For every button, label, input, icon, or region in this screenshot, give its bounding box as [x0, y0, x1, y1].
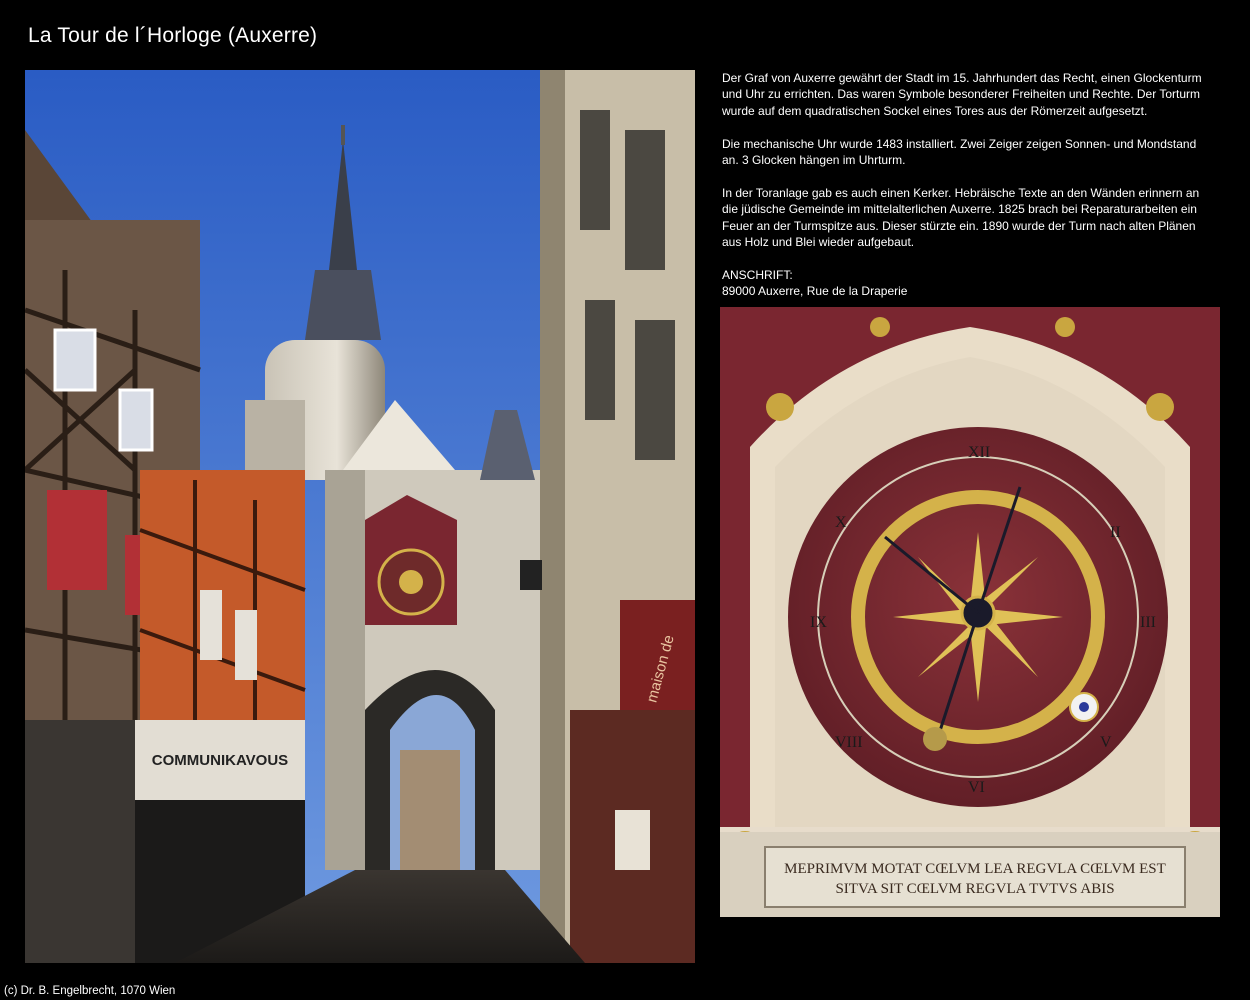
description: Der Graf von Auxerre gewährt der Stadt i…: [722, 70, 1212, 300]
svg-text:X: X: [835, 514, 847, 531]
description-paragraph: Der Graf von Auxerre gewährt der Stadt i…: [722, 71, 1202, 118]
address: 89000 Auxerre, Rue de la Draperie: [722, 284, 908, 299]
svg-text:VI: VI: [968, 779, 985, 796]
svg-text:XII: XII: [968, 444, 990, 461]
address-label: ANSCHRIFT:: [722, 267, 793, 282]
page-title: La Tour de l´Horloge (Auxerre): [28, 24, 318, 47]
svg-text:III: III: [1140, 614, 1156, 631]
description-paragraph: Die mechanische Uhr wurde 1483 installie…: [722, 136, 1197, 168]
inscription-line-1: MEPRIMVM MOTAT CŒLVM LEA REGVLA CŒLVM ES…: [784, 861, 1166, 877]
svg-text:V: V: [1100, 734, 1112, 751]
street-photo: COMMUNIKAVOUS maison de: [25, 70, 695, 963]
shop-sign: COMMUNIKAVOUS: [152, 752, 288, 769]
svg-text:VIII: VIII: [835, 734, 863, 751]
svg-text:II: II: [1110, 524, 1121, 541]
description-paragraph: In der Toranlage gab es auch einen Kerke…: [722, 185, 1200, 250]
clock-photo: XII II III V VI VIII IX X MEPRIMVM MOTAT…: [720, 307, 1220, 917]
inscription-line-2: SITVA SIT CŒLVM REGVLA TVTVS ABIS: [835, 881, 1114, 897]
svg-text:IX: IX: [810, 614, 827, 631]
copyright-footer: (c) Dr. B. Engelbrecht, 1070 Wien: [4, 985, 176, 997]
